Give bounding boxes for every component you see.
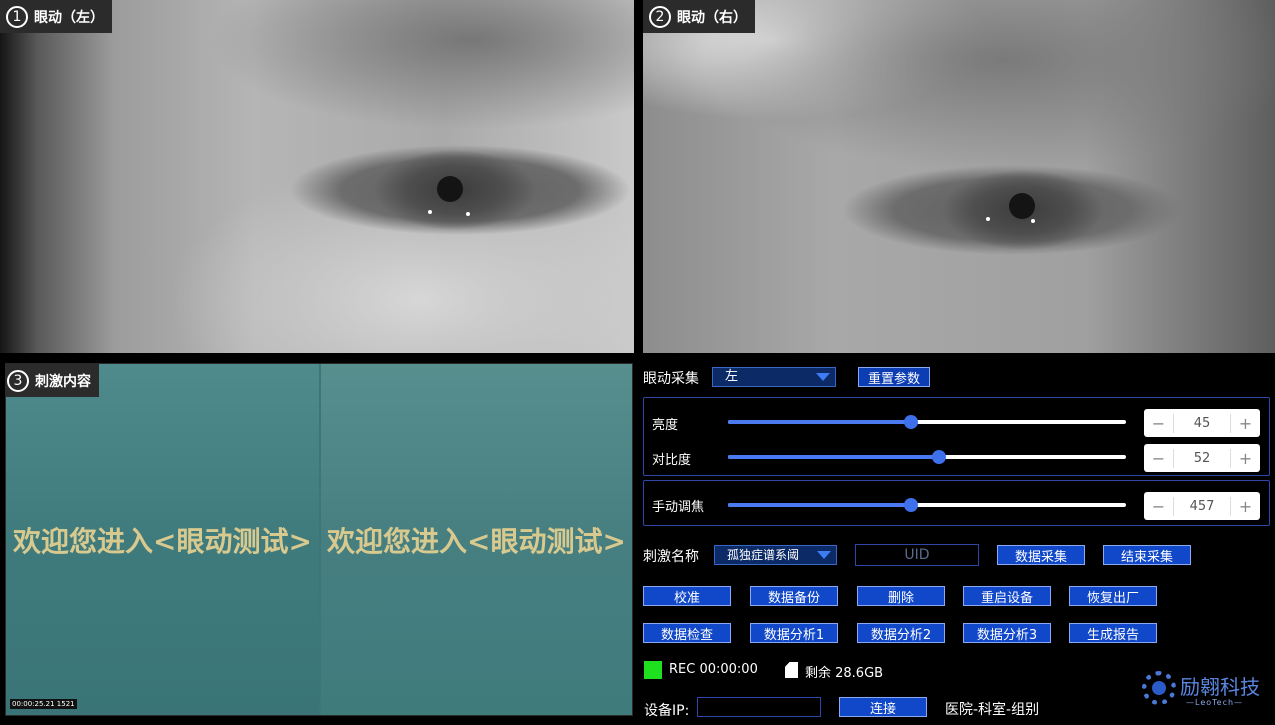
eye-select[interactable]: 左	[712, 367, 836, 387]
focus-value[interactable]: 457	[1174, 499, 1230, 514]
pane-title: 眼动（左）	[34, 9, 104, 26]
contrast-label: 对比度	[652, 453, 692, 468]
contrast-fill	[728, 455, 939, 459]
chevron-down-icon	[817, 551, 831, 559]
action-button[interactable]: 数据分析2	[857, 623, 945, 643]
plus-icon[interactable]: +	[1230, 413, 1260, 433]
action-button[interactable]: 恢复出厂	[1069, 586, 1157, 606]
right-glint	[986, 217, 990, 221]
focus-thumb[interactable]	[904, 498, 919, 512]
contrast-thumb[interactable]	[931, 450, 946, 464]
action-button[interactable]: 重启设备	[963, 586, 1051, 606]
action-button[interactable]: 校准	[643, 586, 731, 606]
eye-select-value: 左	[725, 369, 739, 384]
org-text: 医院-科室-组别	[945, 702, 1040, 718]
left-eye-camera-view: 1 眼动（左）	[0, 0, 634, 353]
focus-fill	[728, 503, 912, 507]
storage-text: 剩余 28.6GB	[805, 666, 884, 681]
focus-slider[interactable]	[728, 498, 1126, 512]
pane-number: 1	[6, 5, 28, 28]
action-button[interactable]: 生成报告	[1069, 623, 1157, 643]
logo-center	[1152, 681, 1166, 695]
video-timestamp: 00:00:25.21 1521	[10, 699, 77, 709]
brightness-stepper[interactable]: − 45 +	[1144, 409, 1260, 437]
brightness-value[interactable]: 45	[1174, 416, 1230, 431]
leotech-logo: 励翱科技 —LeoTech—	[1140, 671, 1265, 711]
pane-number: 3	[7, 369, 29, 392]
sd-card-icon	[785, 662, 798, 678]
stimulus-content-view: 欢迎您进入<眼动测试> 欢迎您进入<眼动测试> 00:00:25.21 1521…	[5, 363, 633, 716]
eye-capture-label: 眼动采集	[643, 371, 699, 387]
stimulus-select[interactable]: 孤独症谱系阈	[714, 545, 837, 565]
action-button[interactable]: 删除	[857, 586, 945, 606]
right-eye-label: 2 眼动（右）	[643, 0, 755, 33]
pane-title: 眼动（右）	[677, 9, 747, 26]
stimulus-label: 3 刺激内容	[6, 364, 99, 397]
logo-name: 励翱科技	[1180, 675, 1260, 699]
left-glint	[428, 210, 432, 214]
action-button[interactable]: 数据分析1	[750, 623, 838, 643]
contrast-value[interactable]: 52	[1174, 451, 1230, 466]
action-button[interactable]: 数据检查	[643, 623, 731, 643]
brightness-fill	[728, 420, 912, 424]
device-ip-input[interactable]	[697, 697, 821, 717]
right-glint	[1031, 219, 1035, 223]
minus-icon[interactable]: −	[1144, 448, 1174, 468]
contrast-stepper[interactable]: − 52 +	[1144, 444, 1260, 472]
brightness-label: 亮度	[652, 418, 679, 433]
focus-stepper[interactable]: − 457 +	[1144, 492, 1260, 520]
pane-title: 刺激内容	[35, 373, 91, 390]
stimulus-left-half: 欢迎您进入<眼动测试>	[6, 364, 319, 715]
right-pupil	[1009, 193, 1035, 219]
end-capture-button[interactable]: 结束采集	[1103, 545, 1191, 565]
connect-button[interactable]: 连接	[839, 697, 927, 717]
minus-icon[interactable]: −	[1144, 413, 1174, 433]
right-eye-camera-view: 2 眼动（右）	[643, 0, 1275, 353]
stimulus-right-half: 欢迎您进入<眼动测试>	[319, 364, 632, 715]
rec-indicator	[644, 661, 662, 679]
focus-label: 手动调焦	[652, 500, 705, 515]
brightness-slider[interactable]	[728, 415, 1126, 429]
plus-icon[interactable]: +	[1230, 448, 1260, 468]
welcome-text: 欢迎您进入<眼动测试>	[13, 524, 312, 558]
device-ip-label: 设备IP:	[644, 703, 690, 719]
chevron-down-icon	[816, 373, 830, 381]
action-button[interactable]: 数据备份	[750, 586, 838, 606]
minus-icon[interactable]: −	[1144, 496, 1174, 516]
plus-icon[interactable]: +	[1230, 496, 1260, 516]
uid-input[interactable]: UID	[855, 544, 979, 566]
contrast-slider[interactable]	[728, 450, 1126, 464]
brightness-thumb[interactable]	[904, 415, 919, 429]
stimulus-name-label: 刺激名称	[643, 549, 699, 565]
action-button[interactable]: 数据分析3	[963, 623, 1051, 643]
welcome-text: 欢迎您进入<眼动测试>	[327, 524, 626, 558]
stimulus-select-value: 孤独症谱系阈	[727, 548, 800, 562]
left-eye-label: 1 眼动（左）	[0, 0, 112, 33]
reset-params-button[interactable]: 重置参数	[858, 367, 930, 387]
left-pupil	[437, 176, 463, 202]
pane-number: 2	[649, 5, 671, 28]
left-glint	[466, 212, 470, 216]
rec-text: REC 00:00:00	[669, 662, 758, 677]
logo-subtitle: —LeoTech—	[1186, 698, 1244, 707]
data-capture-button[interactable]: 数据采集	[997, 545, 1085, 565]
